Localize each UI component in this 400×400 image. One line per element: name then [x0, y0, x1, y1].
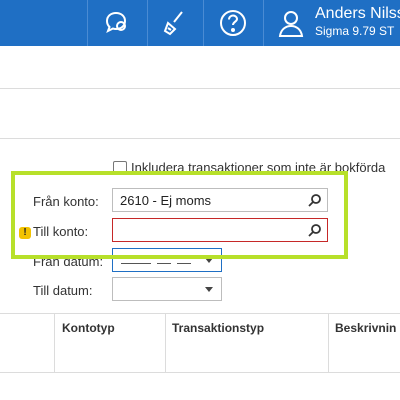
header-divider — [147, 0, 148, 46]
include-unposted-checkbox[interactable] — [113, 161, 127, 175]
user-name[interactable]: Anders Nilss — [315, 5, 400, 23]
user-icon[interactable] — [276, 8, 306, 38]
from-date-label: Från datum: — [33, 254, 104, 269]
to-account-field[interactable] — [112, 218, 328, 242]
table-header: Kontotyp Transaktionstyp Beskrivnin — [0, 313, 400, 373]
column-header-kontotyp[interactable]: Kontotyp — [62, 321, 115, 335]
top-bar: Anders Nilss Sigma 9.79 ST — [0, 0, 400, 46]
date-mask — [121, 263, 151, 264]
header-divider — [263, 0, 264, 46]
date-mask — [177, 263, 191, 264]
column-header-transaktionstyp[interactable]: Transaktionstyp — [172, 321, 264, 335]
column-separator — [54, 314, 55, 372]
to-date-label: Till datum: — [33, 283, 93, 298]
from-account-label: Från konto: — [33, 194, 99, 209]
search-icon[interactable] — [307, 223, 322, 238]
warning-icon: ! — [19, 227, 31, 239]
from-account-field[interactable]: 2610 - Ej moms — [112, 188, 328, 212]
date-mask — [157, 263, 171, 264]
chevron-down-icon[interactable] — [205, 258, 213, 263]
chevron-down-icon[interactable] — [205, 287, 213, 292]
from-date-field[interactable] — [112, 248, 222, 272]
chat-icon[interactable] — [102, 8, 132, 38]
to-account-label: Till konto: — [33, 224, 89, 239]
column-separator — [165, 314, 166, 372]
include-unposted-label: Inkludera transaktioner som inte är bokf… — [131, 160, 386, 175]
header-divider — [87, 0, 88, 46]
company-name: Sigma 9.79 ST — [315, 24, 395, 38]
column-separator — [328, 314, 329, 372]
help-icon[interactable] — [218, 8, 248, 38]
highlight-box — [11, 171, 348, 259]
header-divider — [203, 0, 204, 46]
section-divider — [0, 138, 400, 139]
search-icon[interactable] — [307, 193, 322, 208]
from-account-value: 2610 - Ej moms — [120, 193, 212, 208]
broom-icon[interactable] — [160, 8, 190, 38]
section-divider — [0, 88, 400, 89]
to-date-field[interactable] — [112, 277, 222, 301]
column-header-beskrivning[interactable]: Beskrivnin — [335, 321, 396, 335]
